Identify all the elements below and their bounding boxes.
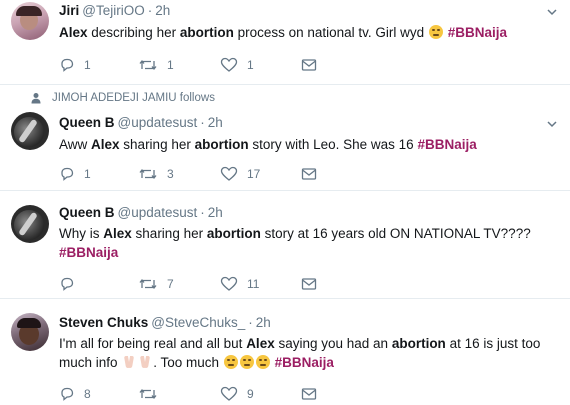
user-handle[interactable]: @updatesust — [118, 205, 198, 220]
retweet-icon — [139, 388, 157, 400]
envelope-icon — [301, 59, 317, 71]
retweet-count: 1 — [167, 58, 174, 72]
reply-count: 1 — [84, 167, 91, 181]
timestamp[interactable]: 2h — [155, 3, 170, 18]
avatar[interactable] — [11, 112, 49, 150]
envelope-icon — [301, 278, 317, 290]
hashtag-link[interactable]: #BBNaija — [448, 25, 507, 40]
display-name[interactable]: Queen B — [59, 205, 115, 220]
avatar[interactable] — [11, 2, 49, 40]
retweet-count: 7 — [167, 277, 174, 291]
timestamp[interactable]: 2h — [208, 115, 223, 130]
reply-count: 1 — [84, 58, 91, 72]
heart-icon — [220, 386, 238, 401]
weary-face-emoji — [428, 25, 443, 39]
tweet-text: I'm all for being real and all but Alex … — [59, 336, 541, 370]
user-handle[interactable]: @SteveChuks_ — [151, 315, 245, 330]
person-icon — [31, 93, 41, 104]
heart-icon — [220, 166, 238, 181]
tweet-item[interactable]: Steven Chuks @SteveChuks_ · 2h I'm all for … — [0, 299, 570, 405]
heart-icon — [220, 276, 238, 291]
avatar[interactable] — [11, 205, 49, 243]
message-button[interactable] — [301, 385, 317, 403]
reply-button[interactable]: 8 — [59, 385, 91, 403]
hashtag-link[interactable]: #BBNaija — [59, 245, 118, 260]
weary-face-emoji — [239, 355, 254, 369]
retweet-count: 3 — [167, 167, 174, 181]
tweet-actions: 1 3 17 — [59, 165, 339, 183]
hashtag-link[interactable]: #BBNaija — [417, 137, 476, 152]
retweet-button[interactable]: 3 — [138, 165, 174, 183]
reply-count: 8 — [84, 387, 91, 401]
tweet-item[interactable]: Jiri @TejiriOO · 2h Alex describing her abo… — [0, 0, 570, 85]
retweet-button[interactable]: 1 — [138, 56, 174, 74]
tweet-text: Alex describing her abortion process on … — [59, 25, 507, 40]
like-button[interactable]: 9 — [220, 385, 254, 403]
reply-button[interactable] — [59, 275, 84, 293]
like-count: 11 — [247, 277, 260, 291]
tweet-actions: 1 1 1 — [59, 56, 339, 74]
separator: · — [248, 315, 253, 330]
like-button[interactable]: 17 — [220, 165, 260, 183]
display-name[interactable]: Steven Chuks — [59, 315, 148, 330]
like-count: 1 — [247, 58, 254, 72]
timestamp[interactable]: 2h — [208, 205, 223, 220]
retweet-button[interactable]: 7 — [138, 275, 174, 293]
reply-button[interactable]: 1 — [59, 165, 91, 183]
heart-icon — [220, 57, 238, 72]
chevron-down-icon[interactable] — [546, 6, 558, 18]
like-button[interactable]: 11 — [220, 275, 259, 293]
retweet-icon — [139, 59, 157, 71]
user-handle[interactable]: @updatesust — [118, 115, 198, 130]
display-name[interactable]: Jiri — [59, 3, 79, 18]
user-handle[interactable]: @TejiriOO — [82, 3, 144, 18]
reply-icon — [61, 167, 74, 181]
social-context: JIMOH ADEDEJI JAMIU follows — [30, 92, 215, 104]
chevron-down-icon[interactable] — [546, 118, 558, 130]
tweet-actions: 8 9 — [59, 385, 339, 403]
retweet-icon — [139, 278, 157, 290]
tweet-text: Aww Alex sharing her abortion story with… — [59, 137, 477, 152]
like-count: 17 — [247, 167, 261, 181]
message-button[interactable] — [301, 56, 317, 74]
weary-face-emoji — [255, 355, 270, 369]
separator: · — [200, 205, 205, 220]
follows-note: JIMOH ADEDEJI JAMIU follows — [52, 92, 215, 104]
hashtag-link[interactable]: #BBNaija — [275, 355, 334, 370]
folded-hands-emoji — [122, 355, 136, 369]
avatar[interactable] — [11, 313, 49, 351]
tweet-text: Why is Alex sharing her abortion story a… — [59, 226, 531, 260]
retweet-icon — [139, 168, 157, 180]
tweet-feed: Jiri @TejiriOO · 2h Alex describing her abo… — [0, 0, 570, 405]
tweet-item[interactable]: Queen B @updatesust · 2h Why is Alex sharin… — [0, 191, 570, 299]
separator: · — [200, 115, 205, 130]
tweet-item[interactable]: JIMOH ADEDEJI JAMIU follows Queen B @upda… — [0, 85, 570, 191]
message-button[interactable] — [301, 275, 317, 293]
envelope-icon — [301, 168, 317, 180]
timestamp[interactable]: 2h — [256, 315, 271, 330]
weary-face-emoji — [223, 355, 238, 369]
like-button[interactable]: 1 — [220, 56, 254, 74]
reply-icon — [61, 387, 74, 401]
retweet-button[interactable] — [138, 385, 167, 403]
tweet-actions: 7 11 — [59, 275, 339, 293]
reply-button[interactable]: 1 — [59, 56, 91, 74]
message-button[interactable] — [301, 165, 317, 183]
reply-icon — [61, 277, 74, 291]
display-name[interactable]: Queen B — [59, 115, 115, 130]
envelope-icon — [301, 388, 317, 400]
like-count: 9 — [247, 387, 254, 401]
reply-icon — [61, 58, 74, 72]
folded-hands-emoji — [138, 355, 152, 369]
separator: · — [147, 3, 153, 18]
